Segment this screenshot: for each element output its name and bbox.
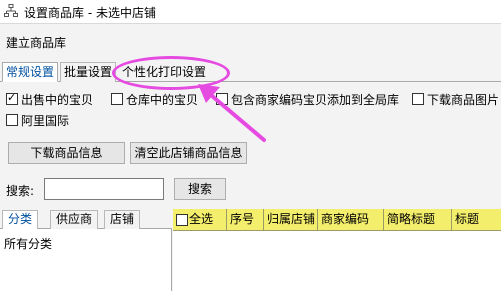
checkbox-add-global[interactable] bbox=[216, 93, 228, 105]
category-tabbar: 分类 供应商 店铺 bbox=[0, 209, 172, 229]
option-add-to-global[interactable]: 包含商家编码宝贝添加到全局库 bbox=[216, 90, 399, 108]
download-items-button[interactable]: 下载商品信息 bbox=[8, 142, 125, 164]
tab-shop[interactable]: 店铺 bbox=[104, 210, 141, 229]
column-merchant-code[interactable]: 商家编码 bbox=[318, 209, 384, 231]
column-select-all[interactable]: 全选 bbox=[173, 209, 227, 231]
option-warehouse-items[interactable]: 仓库中的宝贝 bbox=[111, 90, 198, 108]
select-all-checkbox[interactable] bbox=[176, 213, 188, 226]
column-short-title[interactable]: 简略标题 bbox=[384, 209, 452, 231]
tab-supplier[interactable]: 供应商 bbox=[50, 210, 99, 229]
items-grid: 全选 序号 归属店铺 商家编码 简略标题 标题 bbox=[173, 209, 501, 291]
option-on-sale-items[interactable]: 出售中的宝贝 bbox=[6, 90, 93, 108]
tab-category[interactable]: 分类 bbox=[2, 210, 39, 229]
tab-custom-print-settings[interactable]: 个性化打印设置 bbox=[118, 62, 210, 82]
column-title[interactable]: 标题 bbox=[452, 209, 501, 231]
category-item-all[interactable]: 所有分类 bbox=[4, 235, 52, 252]
tab-batch-settings[interactable]: 批量设置 bbox=[60, 62, 117, 82]
select-all-label: 全选 bbox=[189, 212, 214, 226]
grid-header: 全选 序号 归属店铺 商家编码 简略标题 标题 bbox=[173, 209, 501, 231]
checkbox-warehouse[interactable] bbox=[111, 93, 123, 105]
settings-tabbar: 常规设置 批量设置 个性化打印设置 bbox=[0, 62, 501, 82]
category-pane: 分类 供应商 店铺 所有分类 bbox=[0, 209, 172, 291]
window-title: 设置商品库 - 未选中店铺 bbox=[24, 6, 156, 20]
option-label: 下载商品图片 bbox=[427, 92, 500, 107]
search-input[interactable] bbox=[44, 178, 164, 200]
section-title: 建立商品库 bbox=[6, 36, 67, 50]
search-button[interactable]: 搜索 bbox=[174, 178, 226, 200]
checkbox-alibaba[interactable] bbox=[6, 114, 18, 126]
hierarchy-icon bbox=[4, 4, 18, 17]
option-label: 出售中的宝贝 bbox=[21, 92, 94, 107]
column-seq[interactable]: 序号 bbox=[227, 209, 264, 231]
option-label: 仓库中的宝贝 bbox=[126, 92, 199, 107]
option-label: 包含商家编码宝贝添加到全局库 bbox=[231, 92, 400, 107]
checkbox-download-images[interactable] bbox=[412, 93, 424, 105]
tab-general-settings[interactable]: 常规设置 bbox=[2, 62, 59, 82]
checkbox-on-sale[interactable] bbox=[6, 91, 18, 105]
search-label: 搜索: bbox=[6, 184, 35, 198]
option-label: 阿里国际 bbox=[21, 113, 70, 128]
column-shop[interactable]: 归属店铺 bbox=[264, 209, 318, 231]
option-download-images[interactable]: 下载商品图片 bbox=[412, 90, 499, 108]
option-alibaba-intl[interactable]: 阿里国际 bbox=[6, 111, 69, 129]
title-bar: 设置商品库 - 未选中店铺 bbox=[0, 0, 501, 24]
clear-shop-items-button[interactable]: 清空此店铺商品信息 bbox=[130, 142, 247, 164]
